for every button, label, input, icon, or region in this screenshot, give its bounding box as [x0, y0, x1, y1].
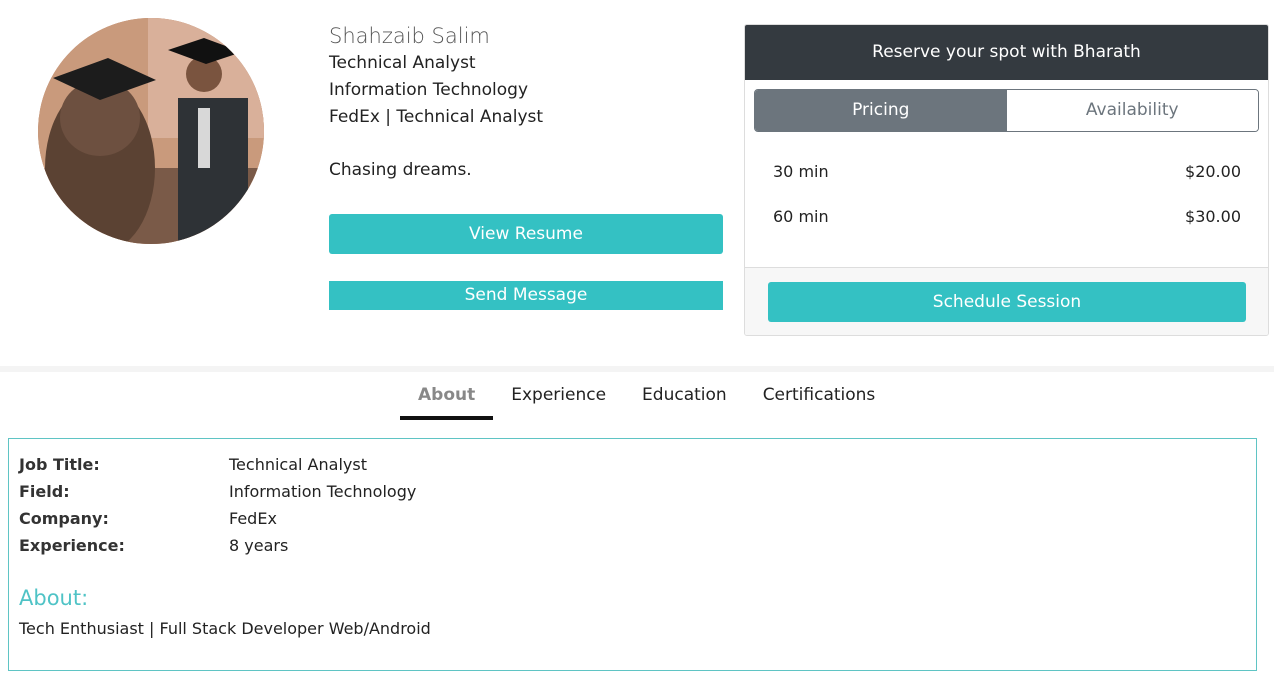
send-message-button[interactable]: Send Message	[329, 281, 723, 310]
detail-label: Job Title:	[19, 455, 100, 474]
booking-card-footer: Schedule Session	[745, 267, 1268, 335]
profile-tagline: Chasing dreams.	[329, 160, 472, 180]
detail-row: Company: FedEx	[19, 505, 416, 532]
price-duration: 30 min	[773, 162, 829, 181]
tab-pricing[interactable]: Pricing	[755, 90, 1007, 131]
about-text: Tech Enthusiast | Full Stack Developer W…	[19, 619, 431, 638]
tab-about[interactable]: About	[400, 380, 494, 420]
about-heading: About:	[19, 586, 89, 610]
price-row: 60 min $30.00	[773, 207, 1241, 226]
view-resume-button[interactable]: View Resume	[329, 214, 723, 254]
detail-label: Field:	[19, 482, 70, 501]
avatar-photo	[38, 18, 264, 244]
detail-value: FedEx	[229, 509, 277, 528]
section-divider	[0, 366, 1274, 372]
price-amount: $20.00	[1185, 162, 1241, 181]
tab-certifications[interactable]: Certifications	[745, 380, 894, 420]
profile-tabs: About Experience Education Certification…	[400, 380, 893, 420]
booking-card: Reserve your spot with Bharath Pricing A…	[744, 24, 1269, 336]
about-panel: Job Title: Technical Analyst Field: Info…	[8, 438, 1257, 671]
detail-row: Field: Information Technology	[19, 478, 416, 505]
detail-value: Information Technology	[229, 482, 417, 501]
detail-value: Technical Analyst	[229, 455, 367, 474]
schedule-session-button[interactable]: Schedule Session	[768, 282, 1246, 322]
detail-value: 8 years	[229, 536, 289, 555]
detail-label: Company:	[19, 509, 109, 528]
price-row: 30 min $20.00	[773, 162, 1241, 181]
detail-row: Experience: 8 years	[19, 532, 416, 559]
profile-company: FedEx | Technical Analyst	[329, 107, 544, 127]
booking-card-header: Reserve your spot with Bharath	[745, 25, 1268, 80]
price-amount: $30.00	[1185, 207, 1241, 226]
profile-title: Technical Analyst	[329, 53, 476, 73]
tab-availability[interactable]: Availability	[1006, 90, 1258, 131]
profile-info: Shahzaib Salim Technical Analyst Informa…	[329, 22, 723, 184]
detail-row: Job Title: Technical Analyst	[19, 451, 416, 478]
profile-field: Information Technology	[329, 80, 529, 100]
tab-experience[interactable]: Experience	[493, 380, 624, 420]
profile-avatar	[38, 18, 264, 244]
price-duration: 60 min	[773, 207, 829, 226]
detail-label: Experience:	[19, 536, 125, 555]
profile-name: Shahzaib Salim	[329, 24, 490, 48]
details-list: Job Title: Technical Analyst Field: Info…	[19, 451, 416, 559]
tab-education[interactable]: Education	[624, 380, 745, 420]
booking-segmented-control: Pricing Availability	[754, 89, 1259, 132]
